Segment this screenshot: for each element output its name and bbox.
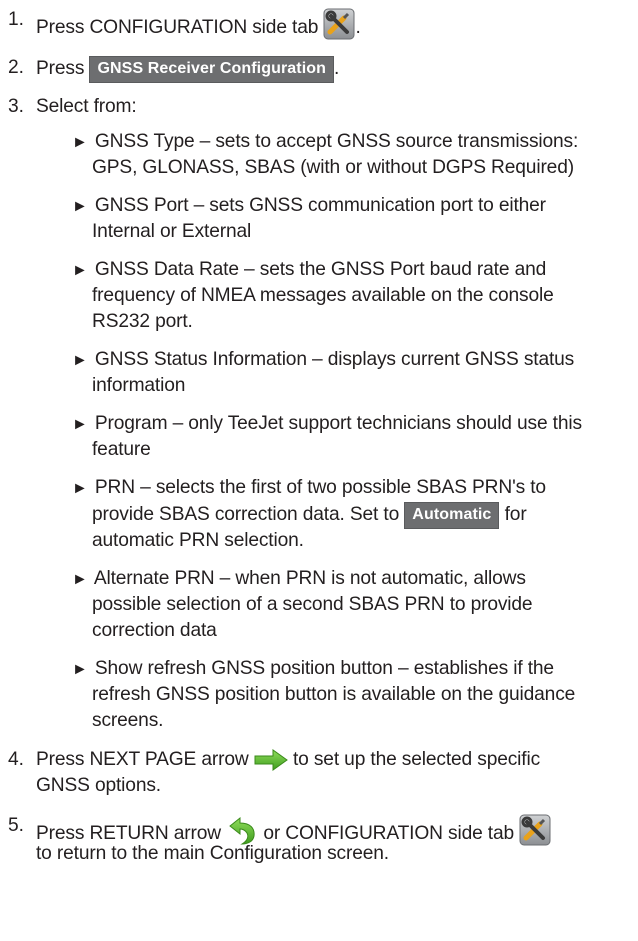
bullet-text-line: refresh GNSS position button is availabl…	[92, 684, 576, 705]
step-1: Press CONFIGURATION side tab .	[36, 8, 361, 47]
step-3: Select from:	[36, 96, 137, 117]
step-text-line: GNSS options.	[36, 775, 161, 796]
bullet-gnss-type: ► GNSS Type – sets to accept GNSS source…	[72, 131, 579, 152]
bullet-gnss-port: ► GNSS Port – sets GNSS communication po…	[72, 195, 546, 216]
step-text: Press	[36, 58, 85, 79]
step-number: 3.	[8, 96, 25, 117]
step-number: 1.	[8, 9, 25, 30]
bullet-text-line: feature	[92, 439, 151, 460]
bullet-text-line: screens.	[92, 710, 164, 731]
step-number: 2.	[8, 57, 25, 78]
step-2: Press GNSS Receiver Configuration.	[36, 56, 339, 83]
instruction-document: 1. Press CONFIGURATION side tab . 2. Pre…	[0, 0, 638, 941]
bullet-arrow-icon: ►	[72, 262, 88, 279]
bullet-text-line: automatic PRN selection.	[92, 530, 304, 551]
bullet-gnss-status-information: ► GNSS Status Information – displays cur…	[72, 349, 575, 370]
bullet-program: ► Program – only TeeJet support technici…	[72, 413, 582, 434]
step-text-line: to return to the main Configuration scre…	[36, 843, 389, 864]
bullet-prn: ► PRN – selects the first of two possibl…	[72, 477, 546, 498]
bullet-arrow-icon: ►	[72, 571, 88, 588]
gnss-receiver-configuration-button[interactable]: GNSS Receiver Configuration	[89, 56, 335, 83]
bullet-text-line: information	[92, 375, 186, 396]
automatic-button[interactable]: Automatic	[404, 502, 500, 529]
configuration-tab-icon	[323, 8, 355, 47]
bullet-text-line: RS232 port.	[92, 311, 193, 332]
bullet-alternate-prn: ► Alternate PRN – when PRN is not automa…	[72, 568, 526, 589]
bullet-text-line: frequency of NMEA messages available on …	[92, 285, 554, 306]
bullet-text-line: Internal or External	[92, 221, 252, 242]
bullet-arrow-icon: ►	[72, 134, 88, 151]
bullet-arrow-icon: ►	[72, 416, 88, 433]
configuration-tab-icon[interactable]	[519, 814, 551, 853]
step-number: 5.	[8, 815, 25, 836]
bullet-text-line: possible selection of a second SBAS PRN …	[92, 594, 533, 615]
bullet-text-line: GPS, GLONASS, SBAS (with or without DGPS…	[92, 157, 574, 178]
bullet-arrow-icon: ►	[72, 198, 88, 215]
bullet-show-refresh-gnss-position-button: ► Show refresh GNSS position button – es…	[72, 658, 554, 679]
bullet-gnss-data-rate: ► GNSS Data Rate – sets the GNSS Port ba…	[72, 259, 547, 280]
bullet-arrow-icon: ►	[72, 661, 88, 678]
next-page-arrow-icon[interactable]	[254, 748, 288, 779]
step-number: 4.	[8, 749, 25, 770]
bullet-text-line: provide SBAS correction data. Set to Aut…	[92, 502, 527, 529]
bullet-arrow-icon: ►	[72, 352, 88, 369]
bullet-arrow-icon: ►	[72, 480, 88, 497]
step-text: Press CONFIGURATION side tab	[36, 17, 319, 38]
bullet-text-line: correction data	[92, 620, 217, 641]
